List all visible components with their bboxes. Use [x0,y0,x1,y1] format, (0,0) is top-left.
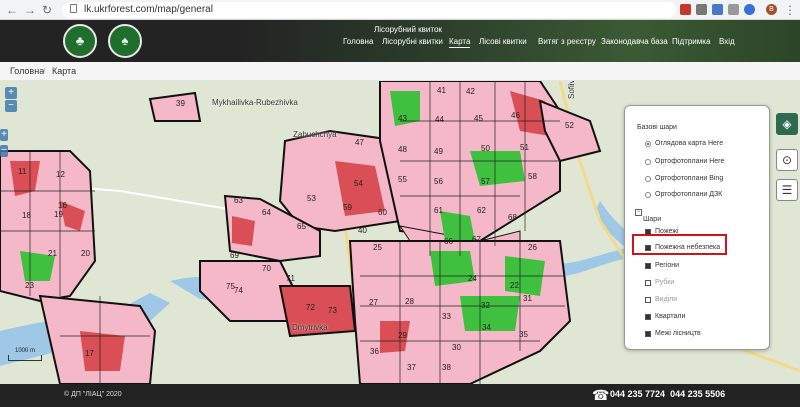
layer-label[interactable]: Регіони [655,262,679,269]
zoom-in-button[interactable]: + [5,87,17,99]
nav-support[interactable]: Підтримка [672,37,710,46]
layer-checkbox[interactable] [645,331,651,337]
tree-icon: ♣ [75,33,85,48]
phone-numbers[interactable]: 044 235 7724 044 235 5506 [610,389,725,399]
scale-bar: 1000 m [8,348,42,361]
layers-panel: Базові шари Оглядова карта Here Ортофото… [624,105,770,350]
location-button[interactable]: ⊙ [776,149,798,171]
list-button[interactable]: ☰ [776,179,798,201]
phone-icon: ☎ [592,387,610,403]
base-layer-radio[interactable] [645,159,651,165]
layer-label[interactable]: Рубки [655,279,674,286]
town-label: Sofiiv [567,81,576,99]
profile-avatar[interactable]: B [766,4,777,15]
nav-login[interactable]: Вхід [719,37,735,46]
layers-toggle-button[interactable]: ◈ [776,113,798,135]
tree-icon: ♠ [121,33,129,48]
base-layer-label[interactable]: Ортофотоплани ДЗК [655,191,722,198]
extension-icon[interactable] [696,4,707,15]
layer-checkbox[interactable] [645,297,651,303]
extension-icon[interactable] [680,4,691,15]
breadcrumb-separator: / [43,66,46,76]
collapse-icon[interactable]: − [635,209,642,216]
extension-icon[interactable] [728,4,739,15]
copyright: © ДП "ЛІАЦ" 2020 [64,391,122,398]
reload-button[interactable]: ↻ [42,2,52,18]
base-layer-label[interactable]: Ортофотоплани Here [655,158,724,165]
town-label: Zabuchchya [293,130,337,139]
zoom-in-button[interactable]: + [0,129,8,141]
base-layer-label[interactable]: Оглядова карта Here [655,140,723,147]
browser-chrome: ← → ↻ lk.ukrforest.com/map/general B ⋮ [0,0,800,20]
layer-checkbox[interactable] [645,314,651,320]
layer-checkbox[interactable] [645,280,651,286]
zoom-out-button[interactable]: − [0,145,8,157]
map-pin-icon: ⊙ [781,153,793,167]
base-layer-label[interactable]: Ортофотоплани Bing [655,175,723,182]
lock-icon [70,4,77,13]
base-layers-title: Базові шари [637,124,677,131]
site-title: Лісорубний квиток [374,25,442,34]
zoom-out-button[interactable]: − [5,100,17,112]
url-text: lk.ukrforest.com/map/general [84,4,213,15]
layers-icon: ◈ [782,117,792,131]
layer-label[interactable]: Межі лісництв [655,330,701,337]
layers-title: Шари [643,216,662,223]
list-icon: ☰ [781,183,793,197]
highlight-box [632,234,727,255]
breadcrumb-home[interactable]: Головна [10,66,44,76]
base-layer-radio[interactable] [645,141,651,147]
breadcrumb-current: Карта [52,66,77,76]
base-layer-radio[interactable] [645,176,651,182]
layer-label[interactable]: Виділи [655,296,677,303]
site-footer: © ДП "ЛІАЦ" 2020 ☎ 044 235 7724 044 235 … [0,384,800,407]
forest-agency-logo[interactable]: ♣ [63,24,97,58]
nav-forest-tickets[interactable]: Лісові квитки [479,37,527,46]
site-header: ♣ ♠ Лісорубний квиток Головна Лісорубні … [0,20,800,62]
base-layer-radio[interactable] [645,192,651,198]
extension-icon[interactable] [744,4,755,15]
forward-button[interactable]: → [24,2,36,18]
layer-label[interactable]: Квартали [655,313,685,320]
nav-map[interactable]: Карта [449,37,471,48]
liac-logo[interactable]: ♠ [108,24,142,58]
menu-kebab-icon[interactable]: ⋮ [784,2,796,18]
town-label: Mykhailivka-Rubezhivka [212,98,298,107]
town-label: Dmytrivka [292,323,328,332]
back-button[interactable]: ← [6,2,18,18]
nav-legislation[interactable]: Законодавча база [601,37,668,46]
translate-icon[interactable] [712,4,723,15]
breadcrumb: Головна / Карта [0,62,800,81]
nav-logging-tickets[interactable]: Лісорубні квитки [382,37,443,46]
layer-checkbox[interactable] [645,263,651,269]
nav-registry-extract[interactable]: Витяг з реєстру [538,37,596,46]
nav-home[interactable]: Головна [343,37,373,46]
